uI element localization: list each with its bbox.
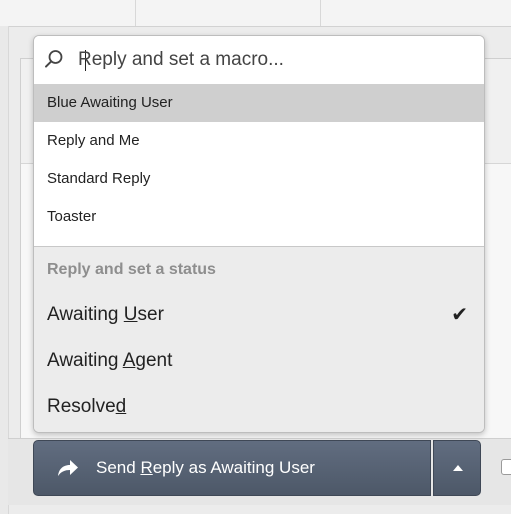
- macro-search-row: [34, 36, 484, 84]
- macro-search-input[interactable]: [78, 44, 468, 76]
- toolbar-divider: [135, 0, 136, 26]
- macro-item[interactable]: Standard Reply: [34, 160, 484, 198]
- send-reply-button[interactable]: Send Reply as Awaiting User: [33, 440, 431, 496]
- macro-dropdown: Blue Awaiting User Reply and Me Standard…: [33, 35, 485, 433]
- search-icon: [45, 50, 63, 68]
- status-label-accesskey: d: [115, 396, 127, 417]
- footer-checkbox[interactable]: [501, 459, 511, 475]
- send-reply-label: Send Reply as Awaiting User: [96, 458, 315, 477]
- status-item-awaiting-user[interactable]: Awaiting User ✔: [47, 295, 472, 335]
- status-section-header: Reply and set a status: [47, 261, 216, 278]
- status-label-accesskey: U: [123, 304, 138, 325]
- send-options-toggle[interactable]: [433, 440, 481, 496]
- macro-list: Blue Awaiting User Reply and Me Standard…: [34, 84, 484, 236]
- status-item-awaiting-agent[interactable]: Awaiting Agent: [47, 341, 472, 381]
- status-section: Reply and set a status Awaiting User ✔ A…: [34, 246, 484, 432]
- send-label-accesskey: R: [140, 458, 153, 477]
- top-toolbar: [0, 0, 511, 27]
- macro-item[interactable]: Blue Awaiting User: [34, 84, 484, 122]
- status-item-resolved[interactable]: Resolved: [47, 387, 472, 427]
- macro-item[interactable]: Reply and Me: [34, 122, 484, 160]
- status-label: Resolve: [47, 396, 116, 417]
- check-icon: ✔: [451, 304, 468, 326]
- status-label-accesskey: A: [122, 350, 136, 371]
- status-label: Awaiting: [47, 350, 123, 371]
- macro-item[interactable]: Toaster: [34, 198, 484, 236]
- caret-up-icon: [453, 465, 463, 471]
- toolbar-divider: [320, 0, 321, 26]
- status-label: ser: [137, 304, 164, 325]
- reply-arrow-icon: [58, 460, 78, 476]
- status-label: Awaiting: [47, 304, 124, 325]
- status-label: gent: [135, 350, 173, 371]
